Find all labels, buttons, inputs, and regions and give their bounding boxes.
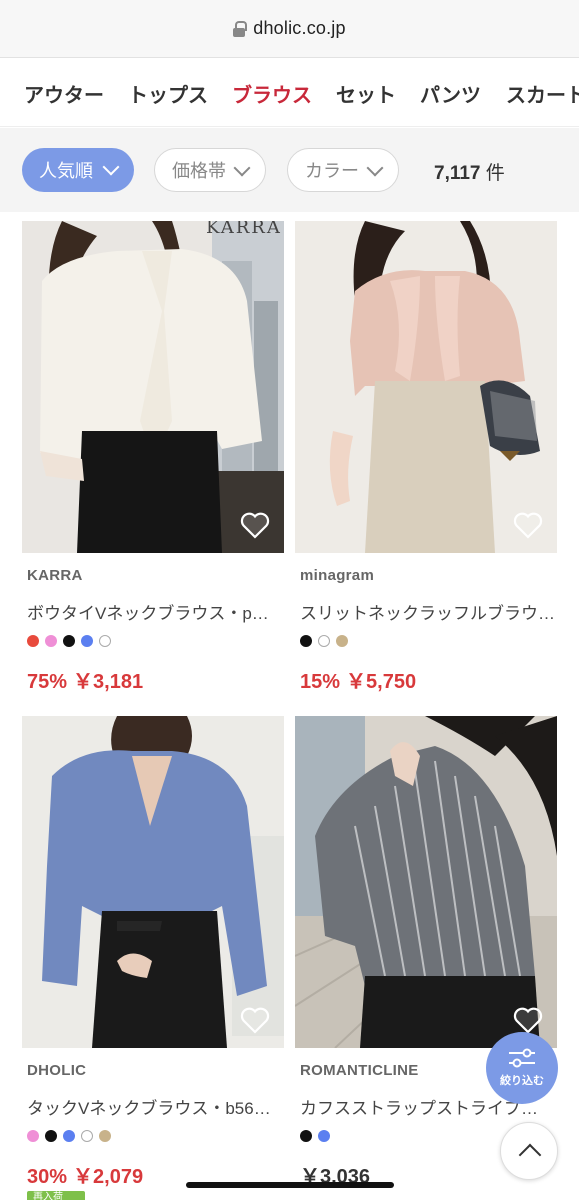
home-indicator [186, 1182, 394, 1188]
product-price: 75% ￥3,181 [27, 665, 143, 694]
product-name[interactable]: ボウタイVネックブラウス・p… [27, 599, 282, 624]
product-brand: KARRA [27, 567, 83, 584]
product-image[interactable]: KARRA [22, 221, 284, 553]
color-dropdown[interactable]: カラー [287, 148, 399, 192]
favorite-heart-icon[interactable] [513, 1006, 543, 1034]
category-tab-blouse[interactable]: ブラウス [232, 79, 312, 108]
favorite-heart-icon[interactable] [513, 511, 543, 539]
result-count-number: 7,117 [434, 163, 481, 184]
price-value: ￥5,750 [346, 671, 417, 693]
chevron-up-icon [518, 1143, 542, 1167]
discount-percent: 30% [27, 1166, 68, 1188]
color-swatch-blue [318, 1130, 330, 1142]
color-swatch-black [300, 1130, 312, 1142]
color-swatch-red [27, 635, 39, 647]
color-swatch-pink [27, 1130, 39, 1142]
filter-fab-label: 絞り込む [500, 1075, 544, 1087]
chevron-down-icon [233, 159, 251, 177]
color-swatch-beige [99, 1130, 111, 1142]
color-swatches [300, 635, 348, 647]
scroll-top-button[interactable] [500, 1122, 558, 1180]
product-name[interactable]: タックVネックブラウス・b56… [27, 1094, 282, 1119]
color-swatches [300, 1130, 330, 1142]
color-swatch-black [300, 635, 312, 647]
image-brand-logo: KARRA [206, 221, 282, 238]
favorite-heart-icon[interactable] [240, 1006, 270, 1034]
category-nav: アウター トップス ブラウス セット パンツ スカート [0, 59, 579, 127]
sort-label: 人気順 [39, 161, 93, 181]
color-swatch-pink [45, 635, 57, 647]
url-text: dholic.co.jp [253, 18, 346, 38]
product-image[interactable] [22, 716, 284, 1048]
product-brand: DHOLIC [27, 1062, 87, 1079]
color-swatch-blue [63, 1130, 75, 1142]
favorite-heart-icon[interactable] [240, 511, 270, 539]
chevron-down-icon [366, 159, 384, 177]
product-price: 15% ￥5,750 [300, 665, 416, 694]
color-swatches [27, 635, 111, 647]
result-count-unit: 件 [485, 163, 505, 184]
color-swatch-black [63, 635, 75, 647]
category-tab-tops[interactable]: トップス [128, 79, 208, 108]
category-tab-outer[interactable]: アウター [24, 79, 104, 108]
discount-percent: 75% [27, 671, 68, 693]
sort-dropdown[interactable]: 人気順 [22, 148, 134, 192]
color-swatch-black [45, 1130, 57, 1142]
color-swatch-blue [81, 635, 93, 647]
category-tab-pants[interactable]: パンツ [420, 79, 481, 108]
color-swatch-white [318, 635, 330, 647]
product-price: 30% ￥2,079 [27, 1160, 143, 1189]
color-swatch-white [99, 635, 111, 647]
color-swatch-beige [336, 635, 348, 647]
category-tab-skirt[interactable]: スカート [506, 79, 579, 108]
price-value: ￥3,181 [73, 671, 144, 693]
sliders-icon [509, 1048, 535, 1068]
price-dropdown[interactable]: 価格帯 [154, 148, 266, 192]
product-image[interactable] [295, 716, 557, 1048]
color-swatch-white [81, 1130, 93, 1142]
price-label: 価格帯 [172, 161, 226, 181]
restock-badge: 再入荷 [27, 1191, 85, 1200]
filter-fab-button[interactable]: 絞り込む [486, 1032, 558, 1104]
discount-percent: 15% [300, 671, 341, 693]
color-swatches [27, 1130, 111, 1142]
product-name[interactable]: スリットネックラッフルブラウ… [300, 599, 555, 624]
category-tab-set[interactable]: セット [336, 79, 396, 108]
color-label: カラー [305, 161, 359, 181]
chevron-down-icon [102, 158, 120, 176]
product-brand: minagram [300, 567, 375, 584]
product-brand: ROMANTICLINE [300, 1062, 419, 1079]
result-count: 7,117 件 [434, 158, 505, 185]
browser-url-bar[interactable]: dholic.co.jp [0, 0, 579, 58]
lock-icon [233, 20, 248, 37]
product-image[interactable] [295, 221, 557, 553]
price-value: ￥2,079 [73, 1166, 144, 1188]
